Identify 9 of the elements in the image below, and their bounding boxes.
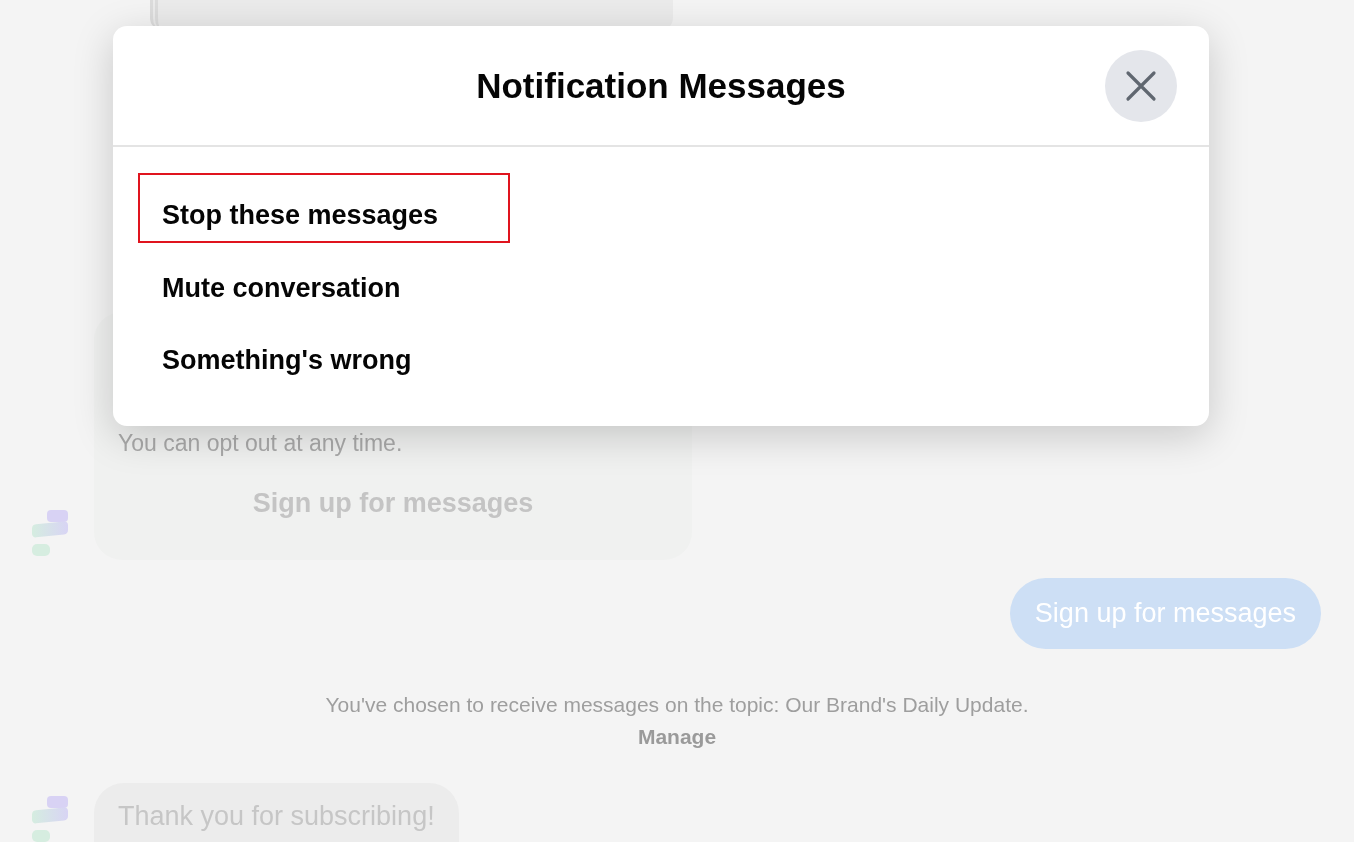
menu-item[interactable]: Stop these messages (138, 173, 510, 243)
dialog-title: Notification Messages (476, 65, 846, 106)
menu-item[interactable]: Something's wrong (138, 329, 510, 387)
topic-notice: You've chosen to receive messages on the topic: Our Brand's Daily Update. (325, 692, 1029, 718)
menu-item[interactable]: Mute conversation (138, 257, 510, 315)
close-icon (1125, 70, 1157, 102)
logo-icon (30, 796, 70, 842)
logo-icon (30, 510, 70, 558)
opt-out-text: You can opt out at any time. (118, 430, 404, 457)
